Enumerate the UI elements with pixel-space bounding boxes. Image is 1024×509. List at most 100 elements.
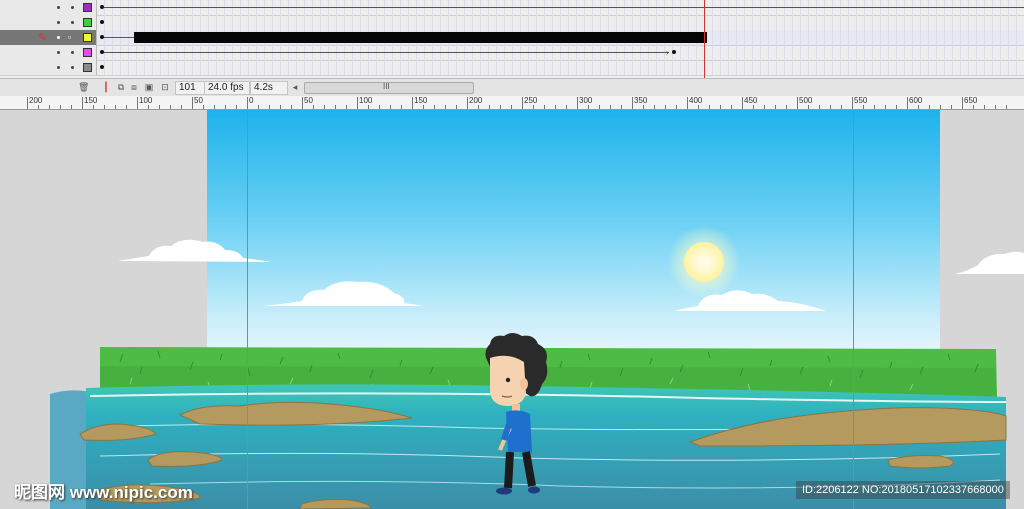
frame-span [104, 37, 134, 38]
layer-controls [0, 45, 97, 60]
ruler-minor-tick [544, 105, 545, 109]
elapsed-time-field[interactable]: 4.2s [250, 81, 288, 95]
ruler-minor-tick [38, 105, 39, 109]
ruler-minor-tick [830, 105, 831, 109]
trash-icon[interactable]: 🗑 [78, 82, 89, 92]
ruler-major-tick [82, 97, 83, 109]
timeline-layer[interactable] [0, 15, 1024, 31]
ruler-label: 200 [29, 96, 43, 105]
lock-dot-icon[interactable] [71, 51, 74, 54]
timeline-footer: 🗑 ┃ ⧉ ⧈ ▣ ⊡ 101 24.0 fps 4.2s ◂ III [0, 78, 1024, 97]
ruler-minor-tick [104, 105, 105, 109]
cloud[interactable] [258, 277, 428, 311]
layer-frames[interactable] [97, 15, 1024, 30]
ruler-label: 300 [579, 96, 593, 105]
motion-tween [104, 52, 669, 53]
ruler-minor-tick [709, 105, 710, 109]
visibility-dot-icon[interactable] [57, 51, 60, 54]
layer-color-swatch[interactable] [83, 63, 92, 72]
onion-skin-icon[interactable]: ⧉ [116, 82, 126, 92]
visibility-dot-icon[interactable] [57, 66, 60, 69]
cloud[interactable] [952, 250, 1024, 278]
ruler-minor-tick [533, 105, 534, 109]
visibility-dot-icon[interactable] [57, 21, 60, 24]
ruler-minor-tick [456, 105, 457, 109]
ruler-minor-tick [324, 105, 325, 109]
modify-markers-icon[interactable]: ⊡ [160, 82, 170, 92]
frame-rate-field[interactable]: 24.0 fps [204, 81, 250, 95]
sun[interactable] [684, 242, 724, 282]
ruler-minor-tick [423, 105, 424, 109]
ruler-minor-tick [115, 105, 116, 109]
ruler-label: 150 [414, 96, 428, 105]
layer-frames[interactable] [97, 0, 1024, 15]
visibility-dot-icon[interactable] [57, 36, 60, 39]
timeline-layer[interactable] [0, 0, 1024, 16]
timeline-layer[interactable] [0, 60, 1024, 76]
cloud[interactable] [115, 236, 275, 268]
cloud[interactable] [670, 286, 830, 314]
walking-boy-character[interactable] [478, 332, 558, 498]
ruler-label: 600 [909, 96, 923, 105]
ruler-minor-tick [71, 105, 72, 109]
ruler-minor-tick [379, 105, 380, 109]
ruler-major-tick [357, 97, 358, 109]
ruler-minor-tick [489, 105, 490, 109]
layer-controls [0, 60, 97, 75]
ruler-minor-tick [731, 105, 732, 109]
layer-frames[interactable] [97, 30, 1024, 45]
ruler-minor-tick [401, 105, 402, 109]
ruler-minor-tick [291, 105, 292, 109]
layer-frames[interactable] [97, 60, 1024, 75]
layer-color-swatch[interactable] [83, 48, 92, 57]
ruler-label: 550 [854, 96, 868, 105]
layer-color-swatch[interactable] [83, 3, 92, 12]
ruler-major-tick [192, 97, 193, 109]
lock-dot-icon[interactable] [71, 21, 74, 24]
onion-outlines-icon[interactable]: ⧈ [129, 82, 139, 92]
layer-frames[interactable]: › [97, 45, 1024, 60]
lock-dot-icon[interactable] [71, 66, 74, 69]
ruler-minor-tick [225, 105, 226, 109]
guide-line[interactable] [853, 110, 854, 509]
timeline-scrollbar[interactable]: III [304, 82, 474, 94]
stage-area[interactable] [0, 110, 1024, 509]
ruler-minor-tick [159, 105, 160, 109]
timeline-panel: ✎ ▫ › [0, 0, 1024, 78]
ruler-minor-tick [236, 105, 237, 109]
lock-icon[interactable]: ▫ [68, 32, 71, 42]
timeline-layer[interactable]: › [0, 45, 1024, 61]
ruler-minor-tick [313, 105, 314, 109]
ruler-minor-tick [126, 105, 127, 109]
keyframe[interactable] [672, 50, 676, 54]
pencil-icon[interactable]: ✎ [38, 31, 47, 44]
layer-color-swatch[interactable] [83, 18, 92, 27]
edit-multiple-frames-icon[interactable]: ▣ [144, 82, 154, 92]
horizontal-ruler: 200 150 100 50 0 50 100 150 200 250 300 350 400 450 50… [0, 96, 1024, 110]
tween-arrow-icon: › [666, 48, 669, 57]
ruler-label: 350 [634, 96, 648, 105]
ruler-minor-tick [786, 105, 787, 109]
keyframe[interactable] [100, 20, 104, 24]
current-frame-field[interactable]: 101 [175, 81, 205, 95]
lock-dot-icon[interactable] [71, 6, 74, 9]
ruler-label: 50 [304, 96, 313, 105]
ruler-minor-tick [346, 105, 347, 109]
visibility-dot-icon[interactable] [57, 6, 60, 9]
ruler-minor-tick [203, 105, 204, 109]
selected-frame-span[interactable] [134, 32, 707, 43]
playhead[interactable] [704, 0, 705, 78]
scroll-left-icon[interactable]: ◂ [290, 82, 300, 92]
ruler-major-tick [852, 97, 853, 109]
guide-line[interactable] [247, 110, 248, 509]
sky-canvas [207, 110, 940, 355]
timeline-layer-active[interactable]: ✎ ▫ [0, 30, 1024, 46]
ruler-major-tick [302, 97, 303, 109]
ruler-label: 100 [139, 96, 153, 105]
ruler-minor-tick [93, 105, 94, 109]
center-frame-icon[interactable]: ┃ [101, 82, 111, 92]
scroll-grip-icon: III [383, 82, 390, 91]
ruler-minor-tick [940, 105, 941, 109]
keyframe[interactable] [100, 65, 104, 69]
layer-color-swatch[interactable] [83, 33, 92, 42]
